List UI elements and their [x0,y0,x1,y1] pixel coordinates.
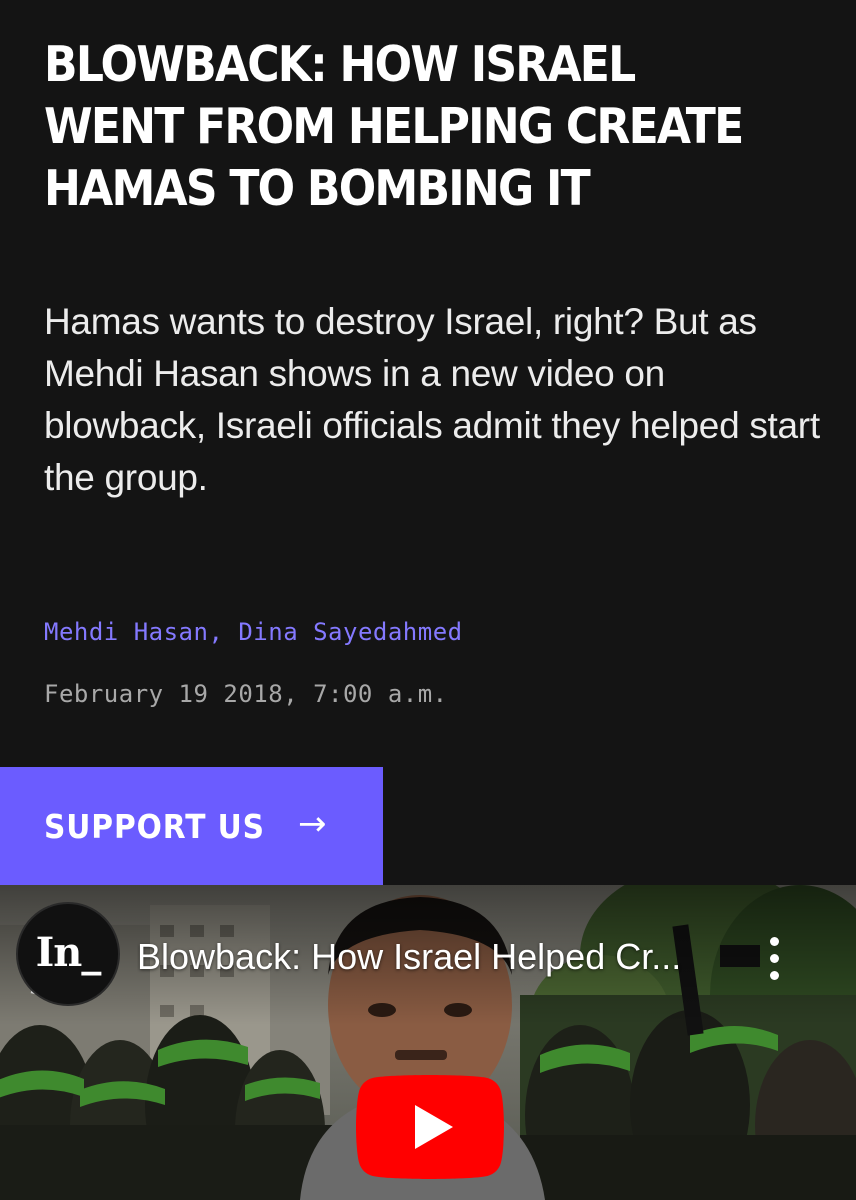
article-headline: BLOWBACK: HOW ISRAEL WENT FROM HELPING C… [44,36,744,217]
author-link-mehdi-hasan[interactable]: Mehdi Hasan [44,618,208,646]
embedded-video-player[interactable]: In_ Blowback: How Israel Helped Cr... [0,885,856,1200]
author-link-dina-sayedahmed[interactable]: Dina Sayedahmed [238,618,462,646]
support-us-label: SUPPORT US [44,807,265,846]
article-page: BLOWBACK: HOW ISRAEL WENT FROM HELPING C… [0,0,856,1200]
author-separator: , [208,618,239,646]
arrow-right-icon: → [298,804,327,844]
youtube-play-icon[interactable] [356,1075,504,1179]
support-us-button[interactable]: SUPPORT US → [0,767,383,885]
channel-avatar[interactable]: In_ [16,902,120,1006]
article-byline: Mehdi Hasan, Dina Sayedahmed [44,616,463,648]
channel-logo-text: In_ [35,929,102,976]
article-dek: Hamas wants to destroy Israel, right? Bu… [44,301,820,498]
more-vertical-icon[interactable] [762,937,786,981]
article-date: February 19 2018, 7:00 a.m. [44,680,448,708]
video-title[interactable]: Blowback: How Israel Helped Cr... [137,935,737,979]
